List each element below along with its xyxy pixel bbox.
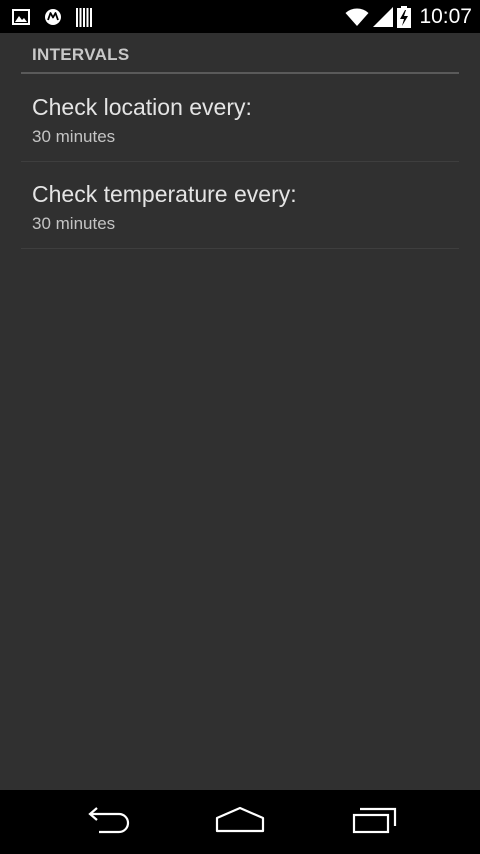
preference-title: Check location every: <box>32 94 252 120</box>
image-icon <box>12 9 30 25</box>
recents-button[interactable] <box>335 802 415 842</box>
intervals-category-header: INTERVALS <box>21 33 459 74</box>
settings-screen: INTERVALS Check location every: 30 minut… <box>0 33 480 790</box>
clock: 10:07 <box>419 5 472 28</box>
preference-summary: 30 minutes <box>32 214 116 233</box>
signal-icon <box>373 7 394 27</box>
motorola-icon <box>44 8 62 26</box>
system-icons: 10:07 <box>341 3 472 31</box>
check-temperature-preference[interactable]: Check temperature every: 30 minutes <box>21 163 459 249</box>
home-button[interactable] <box>200 802 280 842</box>
wifi-icon <box>345 7 369 27</box>
battery-charging-icon <box>397 6 412 28</box>
status-bar: 10:07 <box>0 0 480 33</box>
check-location-preference[interactable]: Check location every: 30 minutes <box>21 76 459 162</box>
back-icon <box>83 806 131 838</box>
home-icon <box>214 806 266 838</box>
notification-icons <box>12 7 106 27</box>
back-button[interactable] <box>67 802 147 842</box>
preference-summary: 30 minutes <box>32 127 116 146</box>
barcode-icon <box>76 7 92 27</box>
recents-icon <box>351 806 399 838</box>
preference-title: Check temperature every: <box>32 181 297 207</box>
navigation-bar <box>0 790 480 854</box>
category-title: INTERVALS <box>32 45 130 64</box>
